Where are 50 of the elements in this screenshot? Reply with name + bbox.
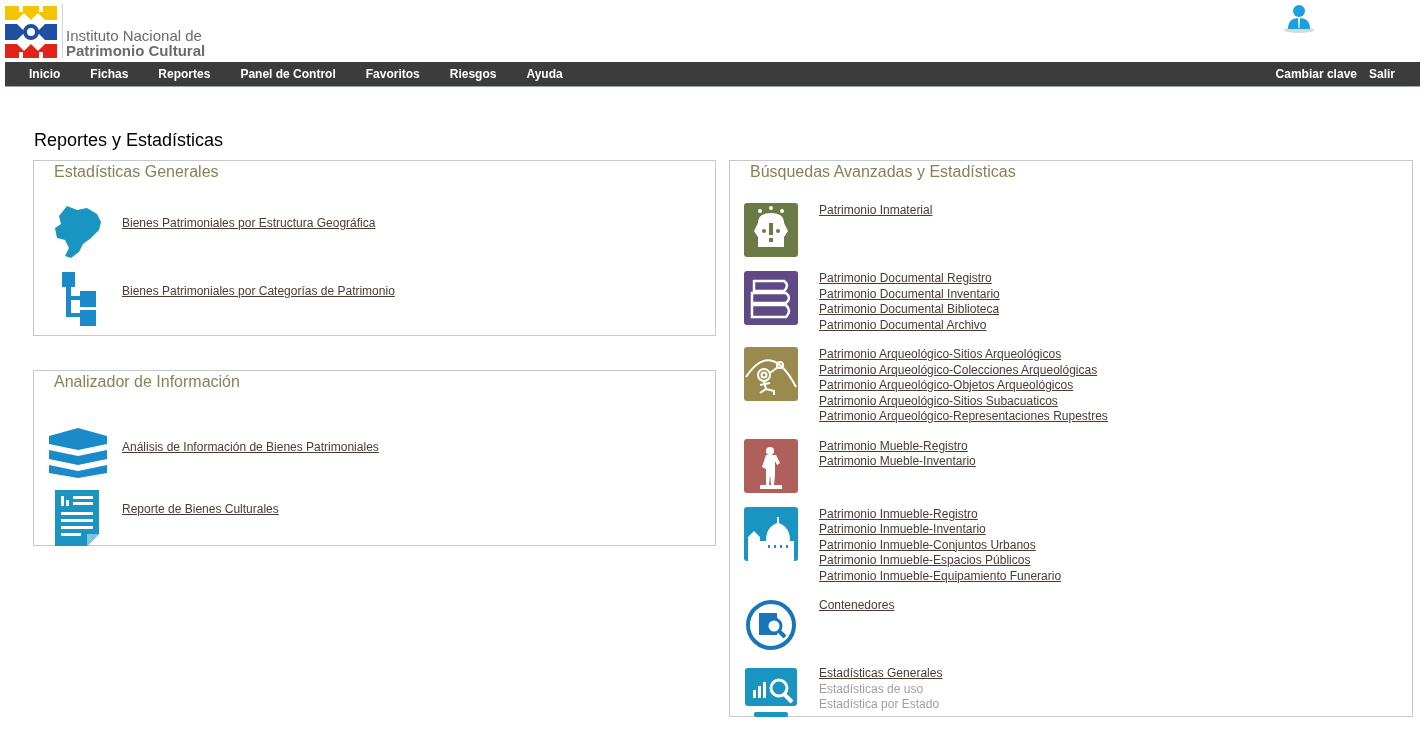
nav-link[interactable]: Ayuda xyxy=(526,65,563,83)
nav-link[interactable]: Favoritos xyxy=(365,65,420,83)
search-link[interactable]: Patrimonio Inmueble-Inventario xyxy=(819,522,1062,538)
search-link[interactable]: Patrimonio Documental Inventario xyxy=(819,286,1000,302)
search-link[interactable]: Patrimonio Inmueble-Conjuntos Urbanos xyxy=(819,537,1062,553)
layers-icon xyxy=(49,428,107,478)
mask-icon xyxy=(744,203,798,257)
logo-text: Instituto Nacional de xyxy=(66,28,203,43)
search-link[interactable]: Patrimonio Mueble-Registro xyxy=(819,438,976,454)
search-book-icon xyxy=(744,598,798,652)
logo-text: Patrimonio Cultural xyxy=(66,43,206,58)
nav-link[interactable]: Salir xyxy=(1369,65,1395,83)
search-link[interactable]: Patrimonio Documental Registro xyxy=(819,271,1000,287)
church-icon xyxy=(744,506,798,561)
logo-icon xyxy=(5,6,57,58)
monitor-chart-icon xyxy=(744,666,798,720)
report-link[interactable]: Análisis de Información de Bienes Patrimoniales xyxy=(122,438,379,456)
search-link[interactable]: Estadísticas Generales xyxy=(819,666,943,682)
report-link[interactable]: Reporte de Bienes Culturales xyxy=(122,500,279,518)
nav-link[interactable]: Panel de Control xyxy=(240,65,336,83)
search-link[interactable]: Patrimonio Mueble-Inventario xyxy=(819,454,976,470)
nav-link[interactable]: Inicio xyxy=(29,65,61,83)
user-icon[interactable] xyxy=(1283,4,1315,34)
petroglyph-icon xyxy=(744,347,798,401)
search-link[interactable]: Patrimonio Arqueológico-Sitios Arqueológicos xyxy=(819,347,1108,363)
nav-link[interactable]: Fichas xyxy=(90,65,129,83)
books-icon xyxy=(744,271,798,325)
search-link[interactable]: Contenedores xyxy=(819,598,895,614)
statue-icon xyxy=(744,438,798,493)
search-link[interactable]: Patrimonio Documental Archivo xyxy=(819,317,1000,333)
page-title: Reportes y Estadísticas xyxy=(34,129,225,151)
search-link[interactable]: Patrimonio Inmueble-Registro xyxy=(819,506,1062,522)
search-link[interactable]: Patrimonio Arqueológico-Objetos Arqueológicos xyxy=(819,378,1108,394)
document-icon xyxy=(55,490,101,546)
search-link[interactable]: Patrimonio Inmueble-Equipamiento Funerario xyxy=(819,568,1062,584)
search-link[interactable]: Patrimonio Arqueológico-Representaciones Rupestres xyxy=(819,409,1108,425)
search-link[interactable]: Patrimonio Arqueológico-Sitios Subacuaticos xyxy=(819,393,1108,409)
report-link[interactable]: Bienes Patrimoniales por Estructura Geográfica xyxy=(122,214,376,232)
report-link[interactable]: Bienes Patrimoniales por Categorías de Patrimonio xyxy=(122,282,395,300)
panel-title: Búsquedas Avanzadas y Estadísticas xyxy=(749,162,1017,182)
search-link[interactable]: Patrimonio Documental Biblioteca xyxy=(819,302,1000,318)
nav-link[interactable]: Cambiar clave xyxy=(1275,65,1357,83)
map-icon xyxy=(53,204,103,260)
search-link[interactable]: Patrimonio Inmueble-Espacios Públicos xyxy=(819,553,1062,569)
panel-title: Estadísticas Generales xyxy=(53,162,220,182)
search-link[interactable]: Patrimonio Inmaterial xyxy=(819,203,933,219)
nav-link[interactable]: Riesgos xyxy=(449,65,497,83)
search-link[interactable]: Patrimonio Arqueológico-Colecciones Arqueológicas xyxy=(819,362,1108,378)
nav-link[interactable]: Reportes xyxy=(158,65,211,83)
panel-title: Analizador de Información xyxy=(53,372,241,392)
